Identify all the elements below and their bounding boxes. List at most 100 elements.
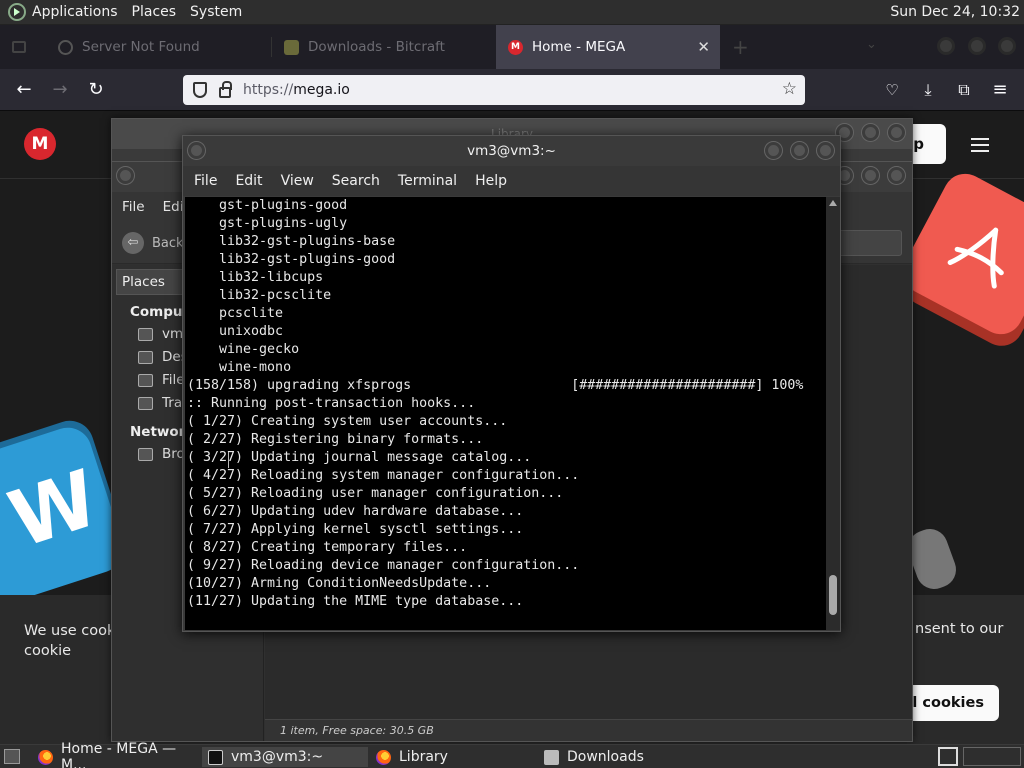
terminal-line: pcsclite [187,306,284,321]
home-folder-icon [138,328,153,341]
tab-server-not-found[interactable]: Server Not Found [46,25,272,69]
terminal-title[interactable]: vm3@vm3:~ [183,136,840,166]
terminal-line: ( 7/27) Applying kernel sysctl settings.… [187,522,524,537]
taskbar-item-library[interactable]: Library [370,747,534,767]
pdf-tile-icon [895,166,1024,342]
tab-label: Downloads - Bitcraft [308,39,445,55]
tracking-shield-icon[interactable] [193,82,207,98]
tab-label: Server Not Found [82,39,200,55]
terminal-line: wine-mono [187,360,292,375]
close-button[interactable] [998,37,1016,55]
terminal-line: ( 9/27) Reloading device manager configu… [187,558,580,573]
minimize-button[interactable] [937,37,955,55]
top-panel: Applications Places System Sun Dec 24, 1… [0,0,1024,25]
distro-logo-icon[interactable] [8,3,26,21]
lock-icon[interactable] [219,80,232,98]
menu-search[interactable]: Search [332,173,380,189]
tab-label: Home - MEGA [532,39,626,55]
mega-logo[interactable]: M [24,128,56,160]
taskbar: Home - MEGA — M... vm3@vm3:~ Library Dow… [0,741,1024,768]
tab-close-icon[interactable]: ✕ [697,38,710,56]
clock[interactable]: Sun Dec 24, 10:32 [890,4,1020,20]
new-tab-icon[interactable]: + [732,35,749,59]
menu-edit[interactable]: Edi [163,199,184,215]
terminal-line: lib32-gst-plugins-base [187,234,396,249]
terminal-line: ( 3/27) Updating journal message catalog… [187,450,532,465]
menu-file[interactable]: File [122,199,145,215]
terminal-line: unixodbc [187,324,284,339]
firefox-icon [376,749,391,765]
browser-nav-bar: ← → ↻ https://mega.io ☆ ♡ ⤓ ⧉ ≡ [0,69,1024,111]
scroll-up-icon[interactable] [829,200,837,206]
show-desktop-icon[interactable] [4,749,20,764]
reload-icon[interactable]: ↻ [84,78,108,102]
terminal-line: ( 6/27) Updating udev hardware database.… [187,504,524,519]
applications-menu[interactable]: Applications [32,4,118,20]
places-menu[interactable]: Places [132,4,177,20]
mouse-cursor-icon [228,452,236,468]
menu-view[interactable]: View [281,173,314,189]
menu-terminal[interactable]: Terminal [398,173,457,189]
browser-tab-bar: Server Not Found Downloads - Bitcraft M … [0,25,1024,69]
taskbar-item-mega[interactable]: Home - MEGA — M... [32,741,196,768]
menu-edit[interactable]: Edit [235,173,262,189]
maximize-button[interactable] [791,142,808,159]
downloads-icon[interactable]: ⤓ [916,78,940,102]
terminal-line: ( 4/27) Reloading system manager configu… [187,468,580,483]
tab-downloads-bitcraft[interactable]: Downloads - Bitcraft [272,25,496,69]
terminal-line: (11/27) Updating the MIME type database.… [187,594,524,609]
terminal-scrollbar[interactable] [826,197,840,630]
maximize-button[interactable] [968,37,986,55]
close-button[interactable] [817,142,834,159]
terminal-line: ( 1/27) Creating system user accounts... [187,414,508,429]
info-icon [58,39,73,55]
desktop-icon [138,351,153,364]
window-menu-button[interactable] [117,167,134,184]
terminal-line: wine-gecko [187,342,300,357]
back-button[interactable]: ⇦ Back [122,232,184,254]
maximize-button[interactable] [862,167,879,184]
tab-home-mega[interactable]: M Home - MEGA ✕ [496,25,720,69]
taskbar-item-terminal[interactable]: vm3@vm3:~ [202,747,368,767]
forward-arrow-icon[interactable]: → [48,78,72,102]
url-bar[interactable]: https://mega.io ☆ [183,75,805,105]
status-bar: 1 item, Free space: 30.5 GB [265,719,912,741]
trash-icon [138,397,153,410]
workspace-1-icon[interactable] [938,747,958,766]
terminal-output[interactable]: gst-plugins-good gst-plugins-ugly lib32-… [185,197,826,630]
terminal-line: gst-plugins-ugly [187,216,348,231]
extensions-icon[interactable]: ⧉ [952,78,976,102]
system-menu[interactable]: System [190,4,242,20]
terminal-icon [208,749,223,765]
hamburger-menu-icon[interactable] [971,138,989,152]
minimize-button[interactable] [765,142,782,159]
cookie-text-right: nsent to our [915,621,1004,637]
back-arrow-icon[interactable]: ← [12,78,36,102]
taskbar-item-downloads[interactable]: Downloads [538,747,702,767]
mega-favicon-icon: M [508,39,523,55]
list-tabs-icon[interactable]: ⌄ [866,37,877,52]
bookmark-star-icon[interactable]: ☆ [782,79,797,99]
terminal-line: ( 2/27) Registering binary formats... [187,432,484,447]
terminal-line: :: Running post-transaction hooks... [187,396,476,411]
pocket-icon[interactable]: ♡ [880,78,904,102]
terminal-line: gst-plugins-good [187,198,348,213]
app-menu-icon[interactable]: ≡ [988,78,1012,102]
close-button[interactable] [888,167,905,184]
menu-file[interactable]: File [194,173,217,189]
terminal-line: lib32-gst-plugins-good [187,252,396,267]
tab-overview-icon[interactable] [12,41,26,53]
firefox-icon [38,749,53,765]
close-button[interactable] [888,124,905,141]
window-menu-button[interactable] [188,142,205,159]
terminal-menubar: File Edit View Search Terminal Help [183,166,840,196]
workspace-switcher[interactable] [963,747,1021,766]
folder-icon [544,749,559,765]
terminal-window: vm3@vm3:~ File Edit View Search Terminal… [182,135,841,632]
menu-help[interactable]: Help [475,173,507,189]
network-icon [138,448,153,461]
url-text[interactable]: https://mega.io [243,82,350,98]
terminal-line: lib32-libcups [187,270,324,285]
maximize-button[interactable] [862,124,879,141]
scrollbar-thumb[interactable] [829,575,837,615]
